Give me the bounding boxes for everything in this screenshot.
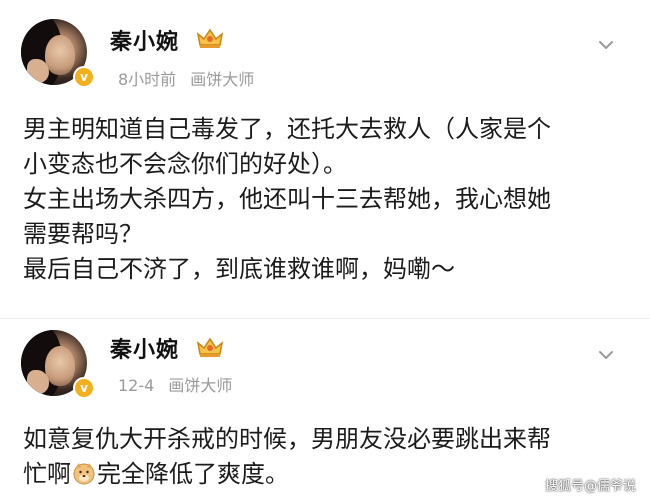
verified-icon: v [73,377,95,399]
content-line: 最后自己不济了，到底谁救谁啊，妈嘞～ [23,255,455,283]
avatar-hand [27,59,49,83]
avatar-hand [27,370,49,394]
username[interactable]: 秦小婉 [110,332,179,364]
post-source[interactable]: 画饼大师 [168,376,232,395]
content-line: 女主出场大杀四方，他还叫十三去帮她，我心想她 [23,185,551,213]
content-text: 忙啊 [23,460,71,488]
doge-icon [73,463,95,485]
content-line: 男主明知道自己毒发了，还托大去救人（人家是个 [23,115,551,143]
chevron-down-icon[interactable] [597,346,615,364]
content-line: 忙啊 完全降低了爽度。 [23,457,622,492]
crown-badge-icon[interactable] [194,26,226,50]
verified-icon: v [73,66,95,88]
crown-badge-icon[interactable] [194,335,226,359]
post-time: 12-4 [118,376,155,395]
avatar-face [45,346,75,386]
post-meta: 12-4 画饼大师 [118,372,232,396]
post-time: 8小时前 [118,70,177,89]
username[interactable]: 秦小婉 [110,24,179,56]
post-meta: 8小时前 画饼大师 [118,66,254,90]
post-content: 男主明知道自己毒发了，还托大去救人（人家是个 小变态也不会念你们的好处）。 女主… [23,112,622,287]
weibo-post: v 秦小婉 12-4 画饼大师 如意复仇大开杀戒的时候，男朋友没必要跳出来帮 忙啊… [0,318,650,501]
watermark: 搜狐号@儒爷说 [544,479,636,494]
avatar-face [45,35,75,75]
content-text: 完全降低了爽度。 [97,460,289,488]
post-content: 如意复仇大开杀戒的时候，男朋友没必要跳出来帮 忙啊 完全降低了爽度。 [23,422,622,492]
content-line: 小变态也不会念你们的好处）。 [23,150,347,178]
chevron-down-icon[interactable] [597,36,615,54]
content-line: 如意复仇大开杀戒的时候，男朋友没必要跳出来帮 [23,425,551,453]
weibo-post: v 秦小婉 8小时前 画饼大师 男主明知道自己毒发了，还托大去救人（人家是个 小变… [0,0,650,318]
content-line: 需要帮吗？ [23,220,143,248]
post-source[interactable]: 画饼大师 [190,70,254,89]
